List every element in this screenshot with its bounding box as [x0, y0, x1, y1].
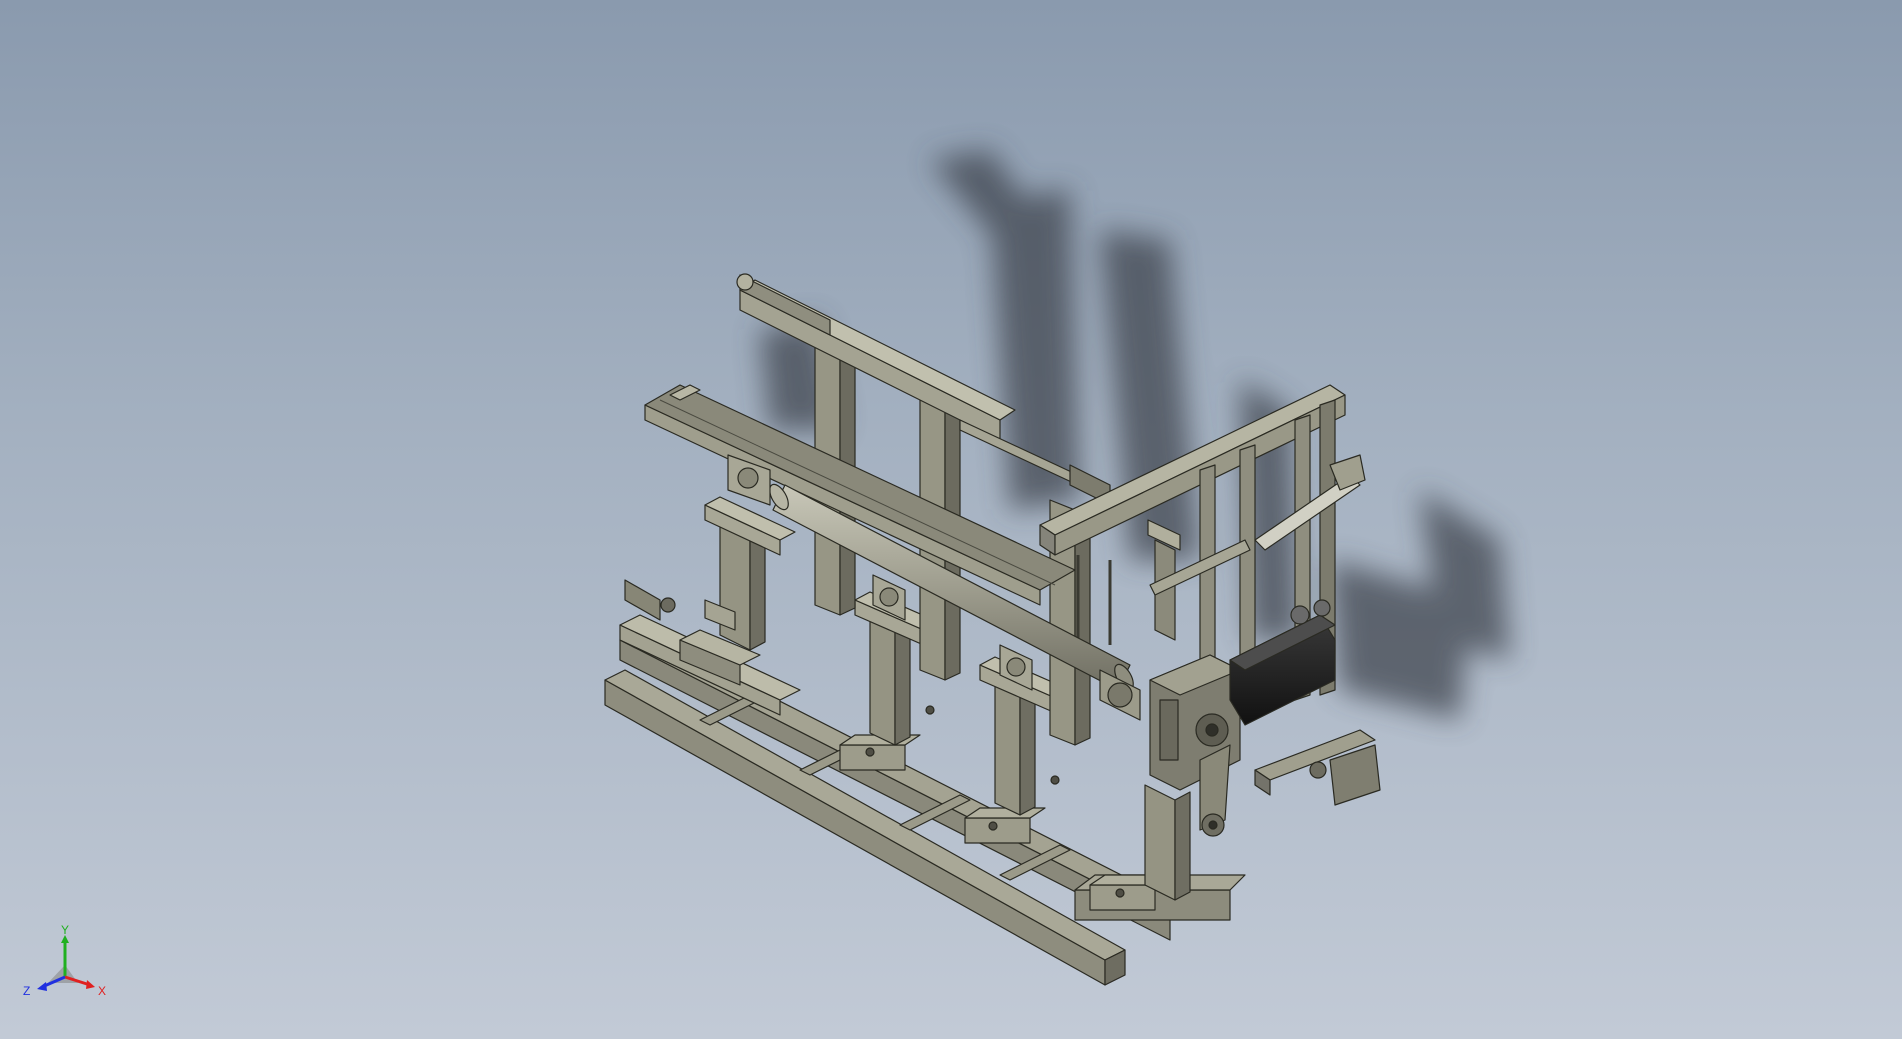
z-axis-label: Z: [23, 984, 30, 998]
x-axis-arrow: [86, 980, 95, 989]
foot-pad: [964, 817, 1031, 844]
left-actuator: [624, 579, 661, 621]
3d-model-view[interactable]: [0, 0, 1902, 1039]
graphics-viewport[interactable]: Y X Z: [0, 0, 1902, 1039]
y-axis-label: Y: [61, 925, 69, 937]
motor-support-column: [1144, 784, 1176, 901]
z-axis-arrow: [37, 982, 47, 991]
x-axis-label: X: [98, 984, 106, 998]
mid-support-column-2: [994, 679, 1021, 816]
view-orientation-triad[interactable]: Y X Z: [20, 925, 110, 1005]
mid-support-column-1: [869, 614, 896, 746]
foot-pad: [1089, 884, 1156, 911]
